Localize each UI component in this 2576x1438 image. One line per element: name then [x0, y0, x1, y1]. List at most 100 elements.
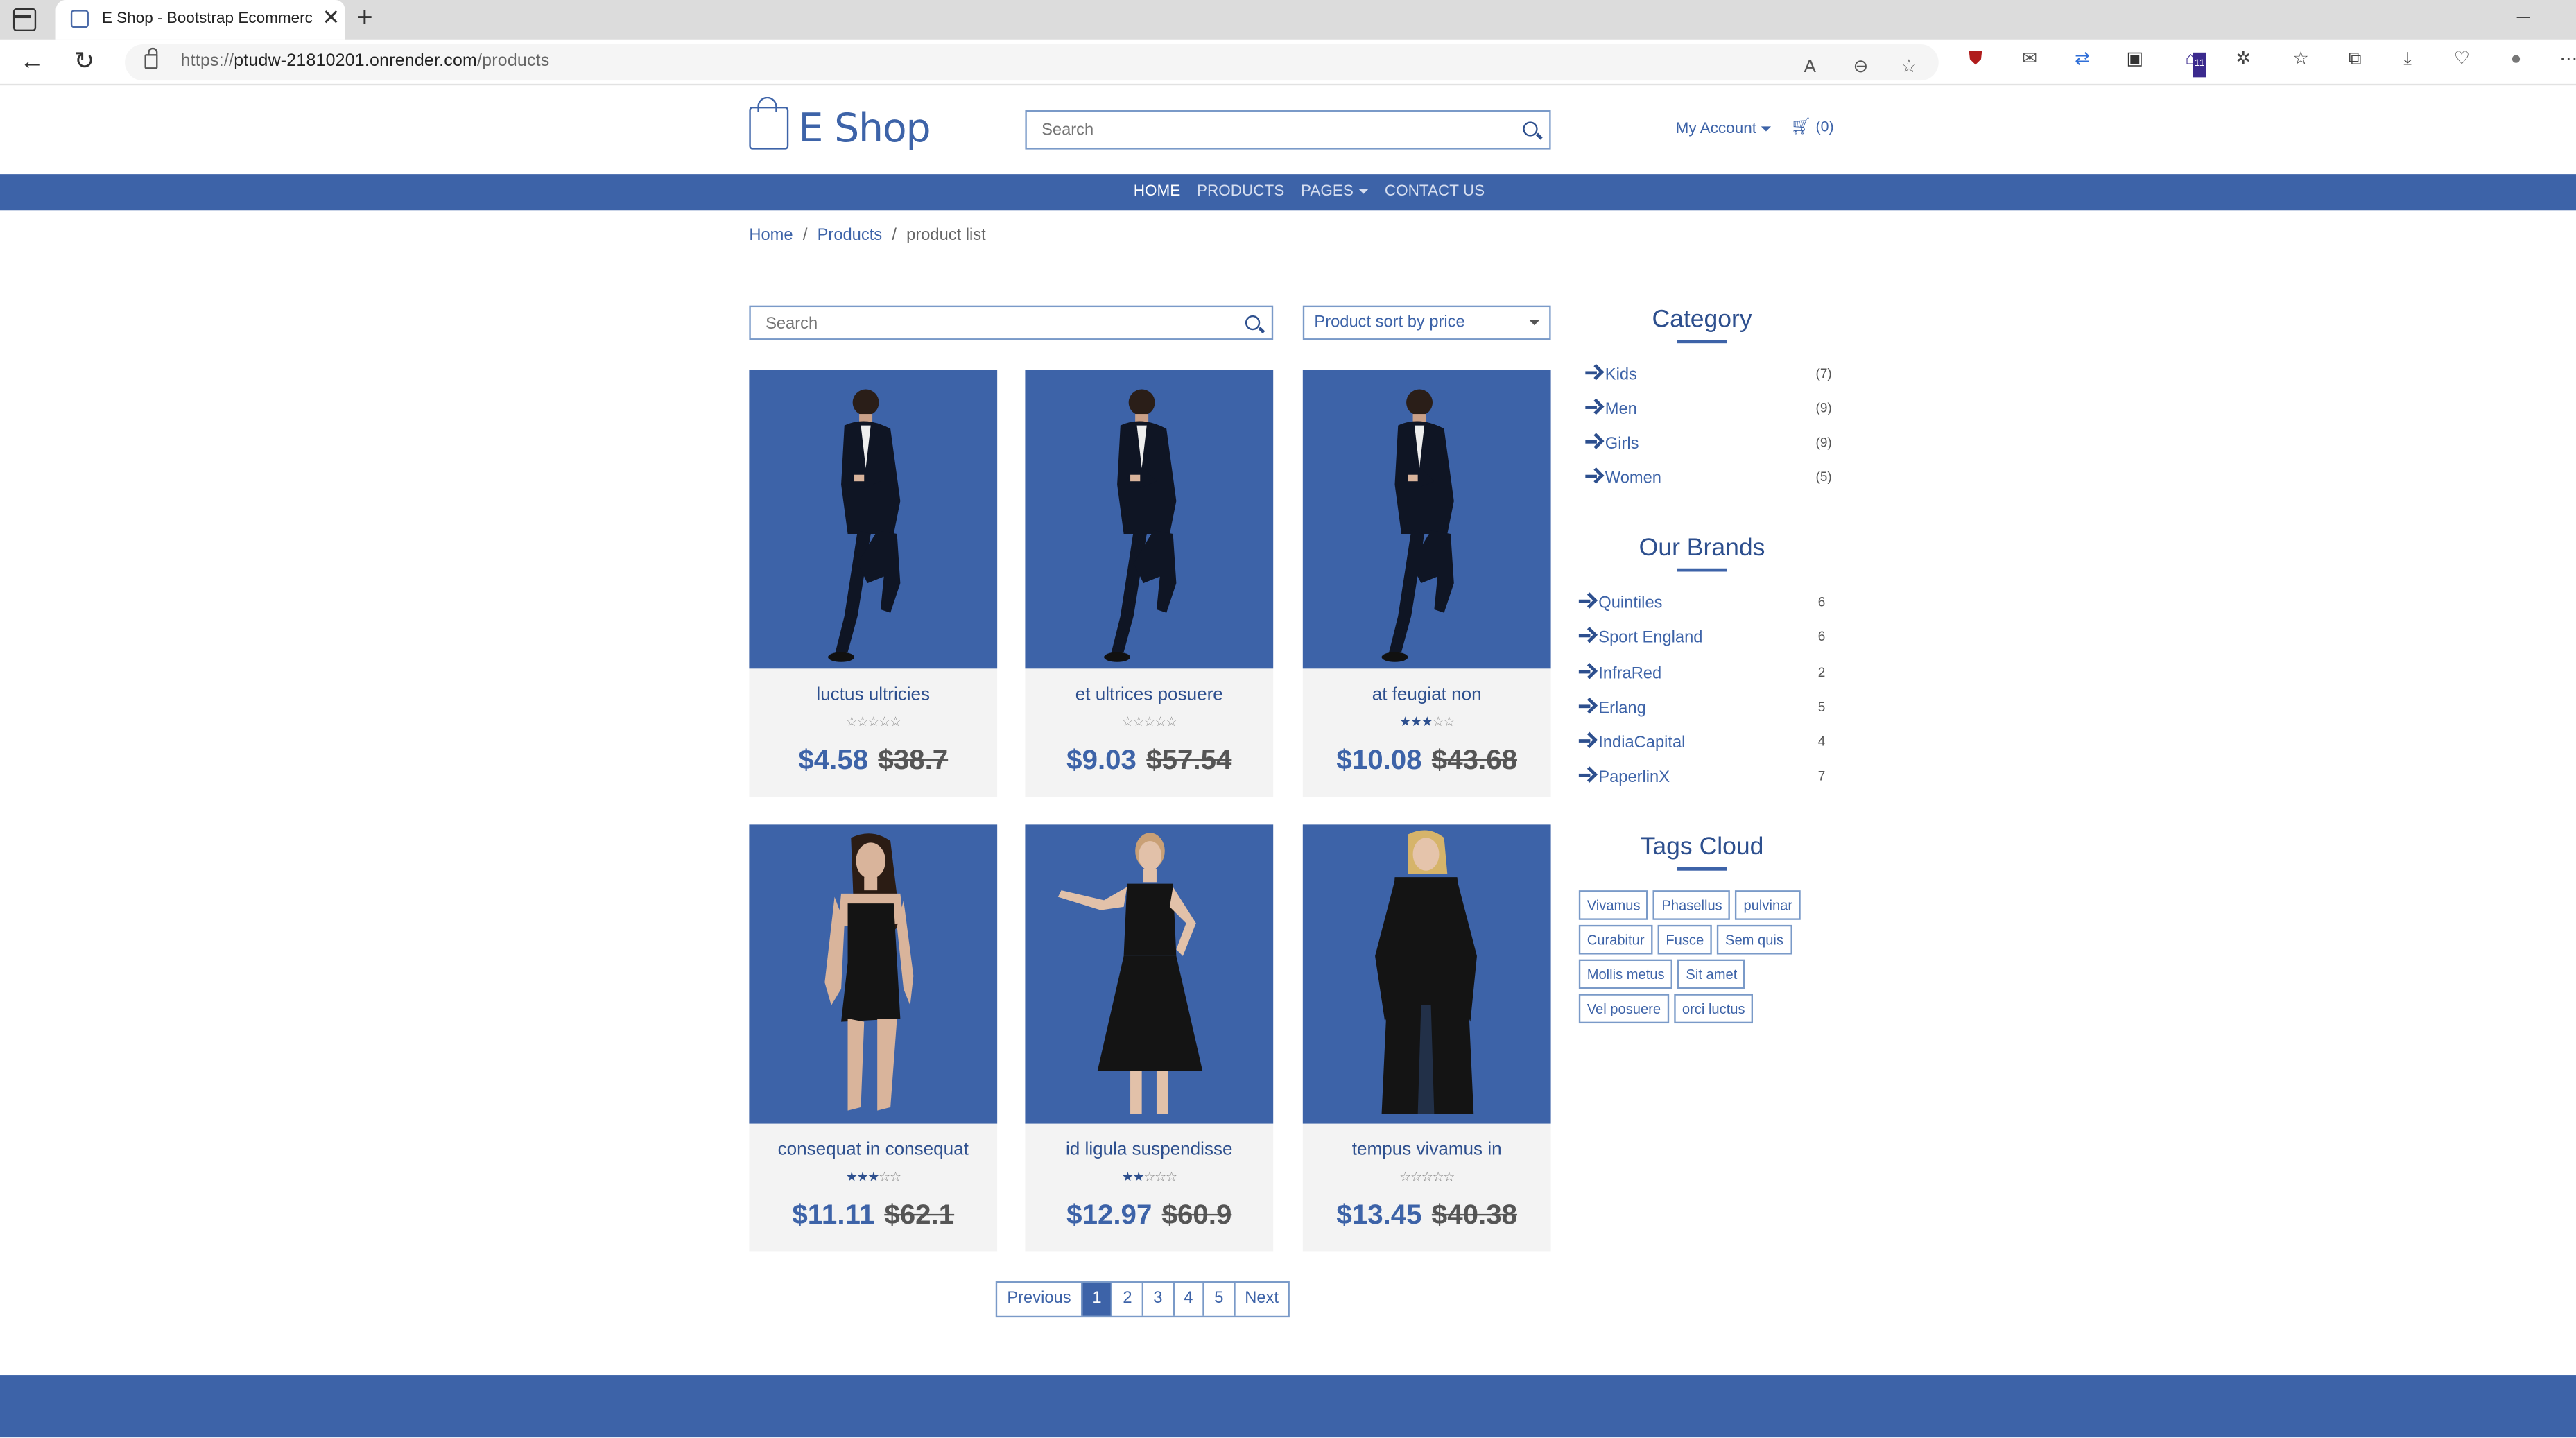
brand-count: 7	[1817, 768, 1826, 784]
breadcrumb-current: product list	[906, 226, 986, 245]
tag[interactable]: Vivamus	[1578, 890, 1649, 920]
tab-close-icon[interactable]: ✕	[322, 5, 340, 31]
product-card[interactable]: et ultrices posuere ☆☆☆☆☆ $9.03 $57.54	[1025, 370, 1274, 797]
nav-products[interactable]: PRODUCTS	[1197, 182, 1284, 200]
search-icon[interactable]	[1245, 315, 1261, 331]
collections-icon[interactable]: ⧉	[2343, 48, 2368, 73]
nav-pages[interactable]: PAGES	[1301, 182, 1369, 200]
product-name[interactable]: tempus vivamus in	[1303, 1140, 1551, 1159]
nav-contact[interactable]: CONTACT US	[1385, 182, 1485, 200]
ublock-icon[interactable]: ⛊	[1963, 48, 1988, 73]
pagination-page[interactable]: 3	[1143, 1283, 1175, 1316]
url-field[interactable]: https://ptudw-21810201.onrender.com/prod…	[125, 44, 1939, 81]
product-old-price: $57.54	[1146, 744, 1232, 776]
zoom-icon[interactable]: ⊖	[1853, 56, 1869, 79]
product-name[interactable]: luctus ultricies	[749, 685, 997, 704]
tag[interactable]: pulvinar	[1735, 890, 1801, 920]
star-icon: ☆	[1443, 714, 1455, 729]
downloads-icon[interactable]: ⤓	[2395, 48, 2420, 73]
product-image[interactable]	[749, 824, 998, 1124]
workspaces-icon[interactable]	[12, 8, 37, 32]
product-card[interactable]: luctus ultricies ☆☆☆☆☆ $4.58 $38.7	[749, 370, 998, 797]
pagination-page[interactable]: 5	[1204, 1283, 1236, 1316]
brand-item[interactable]: Erlang 5	[1578, 698, 1825, 721]
reload-icon[interactable]: ↻	[74, 49, 95, 76]
title-underline	[1677, 867, 1727, 871]
pagination-previous[interactable]: Previous	[997, 1283, 1083, 1316]
back-icon[interactable]: ←	[19, 49, 44, 76]
read-aloud-icon[interactable]: A	[1804, 56, 1815, 79]
pagination-page[interactable]: 1	[1082, 1283, 1114, 1316]
mail-icon[interactable]: ✉	[2017, 48, 2042, 73]
brand-item[interactable]: Quintiles 6	[1578, 593, 1825, 616]
minimize-icon[interactable]: ─	[2517, 6, 2530, 29]
header-search-input[interactable]	[1026, 112, 1497, 148]
tag[interactable]: Sit amet	[1677, 959, 1746, 989]
category-item[interactable]: Girls (9)	[1585, 433, 1832, 456]
my-account-dropdown[interactable]: My Account	[1676, 120, 1772, 138]
pagination-page[interactable]: 2	[1113, 1283, 1144, 1316]
extension-badge-icon[interactable]: ⌂ 11	[2179, 48, 2206, 78]
favorites-icon[interactable]: ☆	[2288, 48, 2313, 73]
tag[interactable]: Sem quis	[1717, 924, 1792, 955]
product-image[interactable]	[749, 370, 998, 669]
brand-item[interactable]: Sport England 6	[1578, 627, 1826, 650]
new-tab-button[interactable]: +	[356, 1, 373, 34]
product-name[interactable]: id ligula suspendisse	[1025, 1140, 1273, 1159]
more-menu-icon[interactable]: ⋯	[2557, 48, 2576, 73]
sync-extension-icon[interactable]: ⇄	[2070, 48, 2095, 73]
product-card[interactable]: at feugiat non ★★★☆☆ $10.08 $43.68	[1302, 370, 1551, 797]
product-search-input[interactable]	[750, 309, 1220, 340]
product-image[interactable]	[1302, 370, 1551, 669]
star-icon: ☆	[879, 714, 890, 729]
brand-item[interactable]: IndiaCapital 4	[1578, 733, 1825, 756]
cart-icon: 🛒︎	[1790, 118, 1812, 137]
tags-title: Tags Cloud	[1640, 833, 1764, 861]
tag[interactable]: Vel posuere	[1578, 994, 1669, 1024]
site-logo[interactable]: E Shop	[749, 96, 931, 157]
product-card[interactable]: id ligula suspendisse ★★☆☆☆ $12.97 $60.9	[1025, 824, 1274, 1252]
browser-essentials-icon[interactable]: ♡	[2450, 48, 2475, 73]
product-image[interactable]	[1025, 824, 1274, 1124]
arrow-right-icon	[1578, 698, 1596, 715]
product-price: $10.08	[1336, 744, 1422, 776]
favorite-star-icon[interactable]: ☆	[1901, 56, 1917, 79]
product-image[interactable]	[1302, 824, 1551, 1124]
pagination-next[interactable]: Next	[1235, 1283, 1288, 1315]
brand-count: 6	[1817, 629, 1826, 644]
profile-icon[interactable]: ●	[2504, 48, 2529, 73]
star-icon: ☆	[1143, 1169, 1155, 1185]
nav-home[interactable]: HOME	[1134, 182, 1181, 200]
brand-item[interactable]: InfraRed 2	[1578, 664, 1825, 686]
pip-icon[interactable]: ▣	[2123, 48, 2147, 73]
sort-select[interactable]: Product sort by price	[1302, 305, 1551, 340]
product-name[interactable]: at feugiat non	[1303, 685, 1551, 704]
tag[interactable]: orci luctus	[1674, 994, 1754, 1024]
cart-link[interactable]: 🛒︎ (0)	[1790, 119, 1833, 137]
product-name[interactable]: consequat in consequat	[749, 1140, 997, 1159]
search-icon[interactable]	[1523, 121, 1538, 137]
extensions-icon[interactable]: ✲	[2231, 48, 2256, 73]
product-card[interactable]: tempus vivamus in ☆☆☆☆☆ $13.45 $40.38	[1302, 824, 1551, 1252]
category-name: Men	[1605, 401, 1637, 419]
tag[interactable]: Phasellus	[1653, 890, 1731, 920]
tag[interactable]: Mollis metus	[1578, 959, 1673, 989]
product-image[interactable]	[1025, 370, 1274, 669]
url-path: /products	[477, 51, 550, 71]
tag[interactable]: Fusce	[1657, 924, 1713, 955]
extension-badge-count: 11	[2193, 52, 2206, 78]
main-navbar: HOME PRODUCTS PAGES CONTACT US	[0, 174, 2576, 211]
product-card[interactable]: consequat in consequat ★★★☆☆ $11.11 $62.1	[749, 824, 998, 1252]
category-item[interactable]: Men (9)	[1585, 399, 1832, 422]
breadcrumb-products[interactable]: Products	[818, 227, 883, 245]
pagination-page[interactable]: 4	[1174, 1283, 1205, 1316]
product-price: $9.03	[1066, 744, 1136, 776]
breadcrumb-home[interactable]: Home	[749, 227, 793, 245]
product-name[interactable]: et ultrices posuere	[1025, 685, 1273, 704]
chevron-down-icon	[1529, 320, 1539, 326]
brand-item[interactable]: PaperlinX 7	[1578, 767, 1826, 790]
browser-tab[interactable]: E Shop - Bootstrap Ecommerce T ✕	[55, 0, 345, 40]
tag[interactable]: Curabitur	[1578, 924, 1653, 955]
category-item[interactable]: Kids (7)	[1585, 365, 1832, 388]
category-item[interactable]: Women (5)	[1585, 468, 1832, 491]
